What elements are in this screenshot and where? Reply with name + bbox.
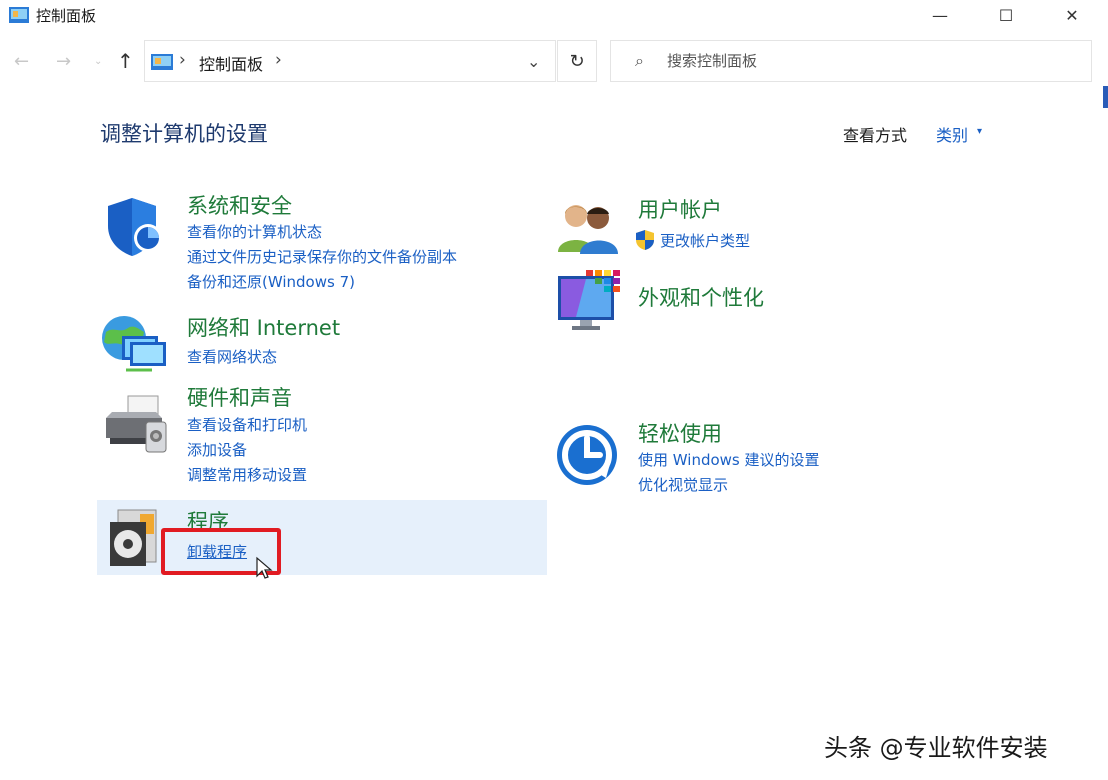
search-icon: ⌕	[635, 51, 644, 70]
chevron-down-icon[interactable]: ⌄	[527, 52, 540, 71]
monitor-palette-icon[interactable]	[556, 268, 622, 334]
link-add-device[interactable]: 添加设备	[187, 439, 247, 460]
breadcrumb-separator-icon[interactable]: ›	[275, 50, 282, 70]
link-change-account-type[interactable]: 更改帐户类型	[660, 230, 750, 251]
recent-locations-icon[interactable]: ⌄	[94, 56, 102, 67]
address-bar[interactable]: › 控制面板 › ⌄	[144, 40, 556, 82]
mouse-cursor-icon	[256, 556, 273, 579]
link-optimize-visual-display[interactable]: 优化视觉显示	[638, 474, 728, 495]
printer-icon[interactable]	[102, 392, 168, 456]
forward-arrow-icon[interactable]: →	[56, 51, 71, 72]
users-icon[interactable]	[556, 200, 620, 256]
breadcrumb-item-control-panel[interactable]: 控制面板	[199, 51, 263, 75]
page-title: 调整计算机的设置	[100, 122, 268, 146]
watermark-text: 头条 @专业软件安装	[824, 734, 1048, 762]
close-button[interactable]: ✕	[1038, 0, 1106, 30]
up-arrow-icon[interactable]: ↑	[117, 49, 134, 73]
link-view-computer-status[interactable]: 查看你的计算机状态	[187, 221, 322, 242]
programs-disc-icon[interactable]	[108, 508, 160, 568]
window-title: 控制面板	[36, 7, 97, 25]
chevron-down-icon[interactable]: ▾	[977, 126, 982, 137]
view-by-dropdown[interactable]: 类别	[936, 122, 968, 146]
control-panel-icon	[151, 54, 173, 70]
category-title-user-accounts[interactable]: 用户帐户	[638, 194, 722, 224]
ease-of-access-icon[interactable]	[556, 424, 618, 486]
refresh-button[interactable]: ↻	[557, 40, 597, 82]
shield-icon[interactable]	[104, 196, 166, 258]
link-devices-printers[interactable]: 查看设备和打印机	[187, 414, 307, 435]
view-by-label: 查看方式	[843, 126, 908, 145]
maximize-button[interactable]: ☐	[972, 0, 1040, 30]
minimize-button[interactable]: —	[906, 0, 974, 30]
breadcrumb-separator-icon[interactable]: ›	[179, 50, 186, 70]
category-title-hardware-sound[interactable]: 硬件和声音	[187, 382, 292, 412]
link-backup-restore[interactable]: 备份和还原(Windows 7)	[187, 271, 355, 292]
category-title-system-security[interactable]: 系统和安全	[187, 190, 292, 220]
search-box[interactable]: ⌕	[610, 40, 1092, 82]
control-panel-icon	[9, 7, 29, 23]
category-title-ease-of-access[interactable]: 轻松使用	[638, 418, 722, 448]
title-bar: 控制面板 — ☐ ✕	[0, 0, 1108, 32]
link-view-network-status[interactable]: 查看网络状态	[187, 346, 277, 367]
window-edge-accent	[1103, 86, 1108, 108]
back-arrow-icon[interactable]: ←	[14, 51, 29, 72]
uac-shield-icon	[636, 230, 654, 250]
link-windows-suggested-settings[interactable]: 使用 Windows 建议的设置	[638, 449, 820, 470]
network-globe-icon[interactable]	[100, 312, 170, 374]
link-mobility-settings[interactable]: 调整常用移动设置	[187, 464, 307, 485]
link-file-history[interactable]: 通过文件历史记录保存你的文件备份副本	[187, 246, 457, 267]
search-input[interactable]	[667, 49, 1067, 73]
category-title-appearance[interactable]: 外观和个性化	[638, 282, 764, 312]
category-title-network[interactable]: 网络和 Internet	[187, 312, 340, 342]
